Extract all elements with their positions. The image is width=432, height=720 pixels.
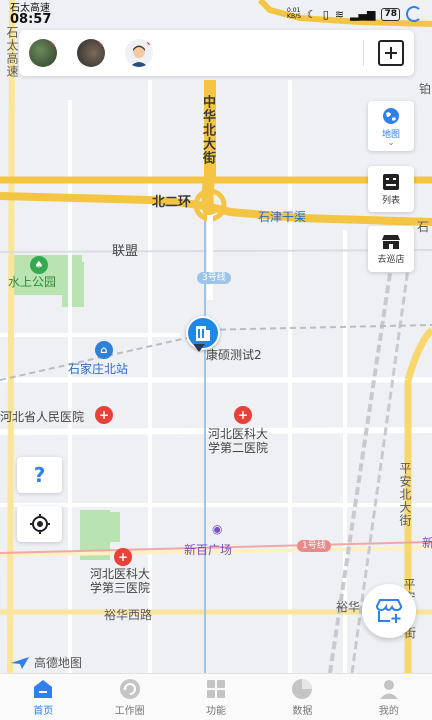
metro-line-3-tag: 3号线 [197, 272, 231, 284]
park-icon: ♠ [30, 256, 48, 274]
battery-icon: 78 [381, 7, 400, 21]
road-yuhua-label: 裕华 [336, 600, 361, 614]
list-view-label: 列表 [381, 195, 400, 206]
poi-north-station-label[interactable]: 石家庄北站 [68, 360, 128, 377]
grid-icon [205, 678, 227, 700]
list-icon [383, 173, 399, 190]
nav-data[interactable]: 数据 [259, 674, 345, 720]
nav-label: 功能 [206, 705, 227, 717]
nav-label: 数据 [292, 705, 313, 717]
amap-attribution: 高德地图 [10, 654, 82, 671]
map-mode-button[interactable]: 地图 ⌄ [368, 101, 414, 151]
visit-store-button[interactable]: 去巡店 [368, 226, 414, 272]
road-beierhuan-label: 北二环 [152, 195, 192, 210]
wifi-icon: ≋ [334, 7, 345, 21]
nav-mine[interactable]: 我的 [346, 674, 432, 720]
help-button[interactable]: ? [17, 457, 62, 493]
street-pingan-label: 平安北大街 [398, 462, 412, 527]
hospital-icon: + [114, 548, 132, 566]
signal-icon: ▂▄▆ [350, 7, 376, 21]
member-bar [19, 30, 414, 76]
nav-functions[interactable]: 功能 [173, 674, 259, 720]
train-station-icon: ⌂ [95, 341, 113, 359]
avatar[interactable] [125, 39, 153, 67]
nav-label: 我的 [378, 705, 399, 717]
poi-hebei-hospital-label[interactable]: 河北省人民医院 [0, 408, 84, 425]
chevron-down-icon: ⌄ [387, 137, 395, 147]
avatar[interactable] [29, 39, 57, 67]
map-view[interactable]: 中华北大街 北二环 石津干渠 联盟 ♠ 水上公园 3号线 ⌂ 石家庄北站 康硕测… [0, 0, 432, 673]
user-icon [378, 678, 400, 700]
amap-logo-icon [11, 656, 29, 669]
pie-chart-icon [291, 678, 313, 700]
bottom-nav: 首页 工作圈 功能 数据 我的 [0, 673, 432, 720]
add-store-button[interactable] [362, 584, 416, 638]
list-view-button[interactable]: 列表 [368, 166, 414, 212]
road-edge-label: 新 [422, 536, 432, 550]
building-icon [196, 326, 210, 341]
divider [363, 40, 364, 66]
loading-icon [406, 6, 422, 22]
store-icon [382, 234, 400, 249]
road-yuhua-west-label: 裕华西路 [104, 608, 153, 622]
nav-label: 首页 [33, 705, 54, 717]
notification-dot [147, 39, 153, 45]
visit-store-label: 去巡店 [377, 254, 405, 265]
road-edge-label: 铂 [419, 82, 432, 96]
avatar[interactable] [77, 39, 105, 67]
area-lianmeng-label: 联盟 [112, 244, 139, 259]
user-avatar-icon [130, 45, 148, 67]
notification-dot [99, 39, 105, 45]
status-bar: 石太高速 08:57 0.01 KB/S ☾ ▯ ≋ ▂▄▆ 78 [0, 0, 432, 28]
poi-hebei-med-3-label[interactable]: 河北医科大 学第三医院 [90, 567, 150, 595]
question-icon: ? [33, 463, 46, 487]
road-edge-label: 石 [417, 220, 430, 234]
add-button[interactable] [378, 40, 404, 66]
hospital-icon: + [234, 406, 252, 424]
shopping-icon: ◉ [212, 522, 223, 536]
net-speed: 0.01 KB/S [287, 7, 301, 20]
poi-hebei-med-2-label[interactable]: 河北医科大 学第二医院 [208, 427, 268, 455]
nav-label: 工作圈 [114, 705, 145, 717]
vibrate-icon: ▯ [322, 7, 329, 21]
crosshair-icon [29, 514, 50, 534]
poi-xinbai-plaza-label[interactable]: 新百广场 [184, 541, 232, 558]
street-zhonghua-label: 中华北大街 [200, 95, 215, 165]
globe-icon [383, 107, 399, 124]
clock: 08:57 [10, 12, 52, 27]
metro-line-1-tag: 1号线 [297, 540, 331, 552]
locate-button[interactable] [17, 506, 62, 542]
canal-shijin-label: 石津干渠 [258, 210, 307, 224]
poi-shuishang-park-label[interactable]: 水上公园 [8, 273, 56, 290]
nav-home[interactable]: 首页 [0, 674, 86, 720]
hospital-icon: + [95, 406, 113, 424]
nav-work-circle[interactable]: 工作圈 [86, 674, 172, 720]
refresh-circle-icon [119, 678, 141, 700]
notification-dot [51, 39, 57, 45]
add-store-icon [375, 599, 403, 623]
store-kangshuo-label[interactable]: 康硕测试2 [206, 346, 262, 363]
moon-icon: ☾ [306, 7, 317, 21]
home-icon [32, 678, 54, 700]
